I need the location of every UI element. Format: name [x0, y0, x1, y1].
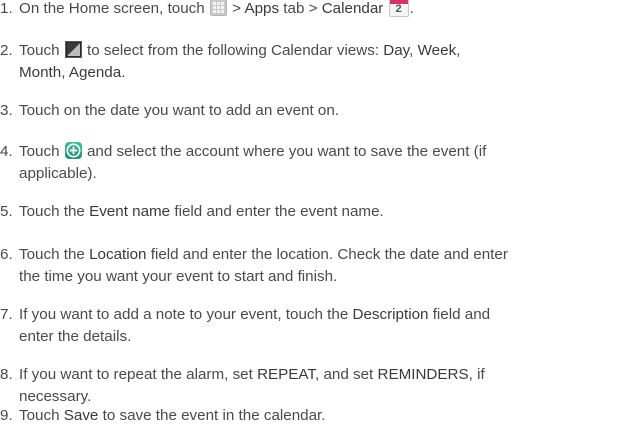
ui-term: Save: [63, 407, 99, 424]
step-text: Touch: [19, 143, 64, 160]
step-text-line: the time you want your event to start an…: [0, 266, 632, 288]
step-text: to select from the following Calendar vi…: [82, 42, 384, 59]
step-text: ,: [61, 64, 69, 81]
ui-term: Week: [417, 42, 457, 59]
step-text-line: Touch the Event name field and enter the…: [0, 201, 632, 223]
step-6: 6. Touch the Location field and enter the…: [0, 244, 632, 288]
step-text: the time you want your event to start an…: [19, 268, 338, 285]
step-text-line: Touch the Location field and enter the l…: [0, 244, 632, 266]
step-8: 8. If you want to repeat the alarm, set R…: [0, 364, 632, 408]
instructions-page: 1. On the Home screen, touch > Apps tab >…: [0, 0, 638, 424]
ui-term: Agenda: [68, 64, 122, 81]
ui-term: Calendar: [321, 0, 384, 17]
step-text: , if: [468, 366, 485, 383]
step-number: 9.: [0, 407, 13, 424]
step-text: Touch: [19, 42, 64, 59]
step-text-line: Touch on the date you want to add an eve…: [0, 100, 632, 122]
step-text: [383, 0, 387, 17]
step-text-line: Touch Save to save the event in the cale…: [0, 405, 632, 427]
step-text-line: On the Home screen, touch > Apps tab > C…: [0, 0, 632, 20]
step-text: >: [227, 0, 245, 17]
step-text: ,: [409, 42, 418, 59]
step-text-line: Touch to select from the following Calen…: [0, 40, 632, 62]
ui-term: Day: [383, 42, 410, 59]
step-text: If you want to add a note to your event,…: [19, 306, 353, 323]
step-text: to save the event in the calendar.: [98, 407, 326, 424]
step-3: 3. Touch on the date you want to add an e…: [0, 100, 632, 122]
step-1: 1. On the Home screen, touch > Apps tab >…: [0, 0, 632, 20]
step-text: Touch the: [19, 203, 90, 220]
step-text: and select the account where you want to…: [82, 143, 487, 160]
ui-term: REPEAT: [257, 366, 316, 383]
calendar-app-icon: 2: [388, 0, 409, 17]
ui-term: REMINDERS: [377, 366, 469, 383]
step-number: 7.: [0, 306, 13, 323]
step-text-line: Month, Agenda.: [0, 62, 632, 84]
step-text: On the Home screen, touch: [19, 0, 209, 17]
step-text-line: Touch and select the account where you w…: [0, 141, 632, 163]
step-text: If you want to repeat the alarm, set: [19, 366, 258, 383]
ui-term: Description: [352, 306, 429, 323]
step-9: 9. Touch Save to save the event in the ca…: [0, 405, 632, 427]
step-text: enter the details.: [19, 328, 132, 345]
step-text-line: If you want to add a note to your event,…: [0, 304, 632, 326]
step-number: 4.: [0, 143, 13, 160]
step-text-line: enter the details.: [0, 326, 632, 348]
step-text: Touch on the date you want to add an eve…: [19, 102, 340, 119]
step-text: ,: [456, 42, 461, 59]
ui-term: Location: [89, 246, 147, 263]
ui-term: Apps: [244, 0, 280, 17]
step-text: applicable).: [19, 165, 97, 182]
step-text: .: [409, 0, 414, 17]
step-number: 2.: [0, 42, 13, 59]
step-text-line: applicable).: [0, 163, 632, 185]
step-text: field and: [428, 306, 491, 323]
step-4: 4. Touch and select the account where you…: [0, 141, 632, 185]
step-text: tab >: [279, 0, 322, 17]
step-7: 7. If you want to add a note to your even…: [0, 304, 632, 348]
step-number: 6.: [0, 246, 13, 263]
step-number: 5.: [0, 203, 13, 220]
ui-term: Month: [19, 64, 62, 81]
step-text: Touch: [19, 407, 64, 424]
step-number: 3.: [0, 102, 13, 119]
step-text: .: [121, 64, 126, 81]
add-event-icon: [64, 142, 82, 159]
view-switch-icon: [64, 41, 82, 58]
step-text: field and enter the location. Check the …: [146, 246, 508, 263]
step-2: 2. Touch to select from the following Cal…: [0, 40, 632, 84]
step-text: field and enter the event name.: [170, 203, 384, 220]
apps-grid-icon: [209, 0, 227, 16]
step-text: Touch the: [19, 246, 90, 263]
step-text: necessary.: [19, 388, 92, 405]
step-text-line: If you want to repeat the alarm, set REP…: [0, 364, 632, 386]
ui-term: Event name: [89, 203, 171, 220]
step-5: 5. Touch the Event name field and enter t…: [0, 201, 632, 223]
step-number: 8.: [0, 366, 13, 383]
calendar-icon-day: 2: [395, 3, 402, 15]
step-text: , and set: [315, 366, 378, 383]
step-number: 1.: [0, 0, 13, 17]
